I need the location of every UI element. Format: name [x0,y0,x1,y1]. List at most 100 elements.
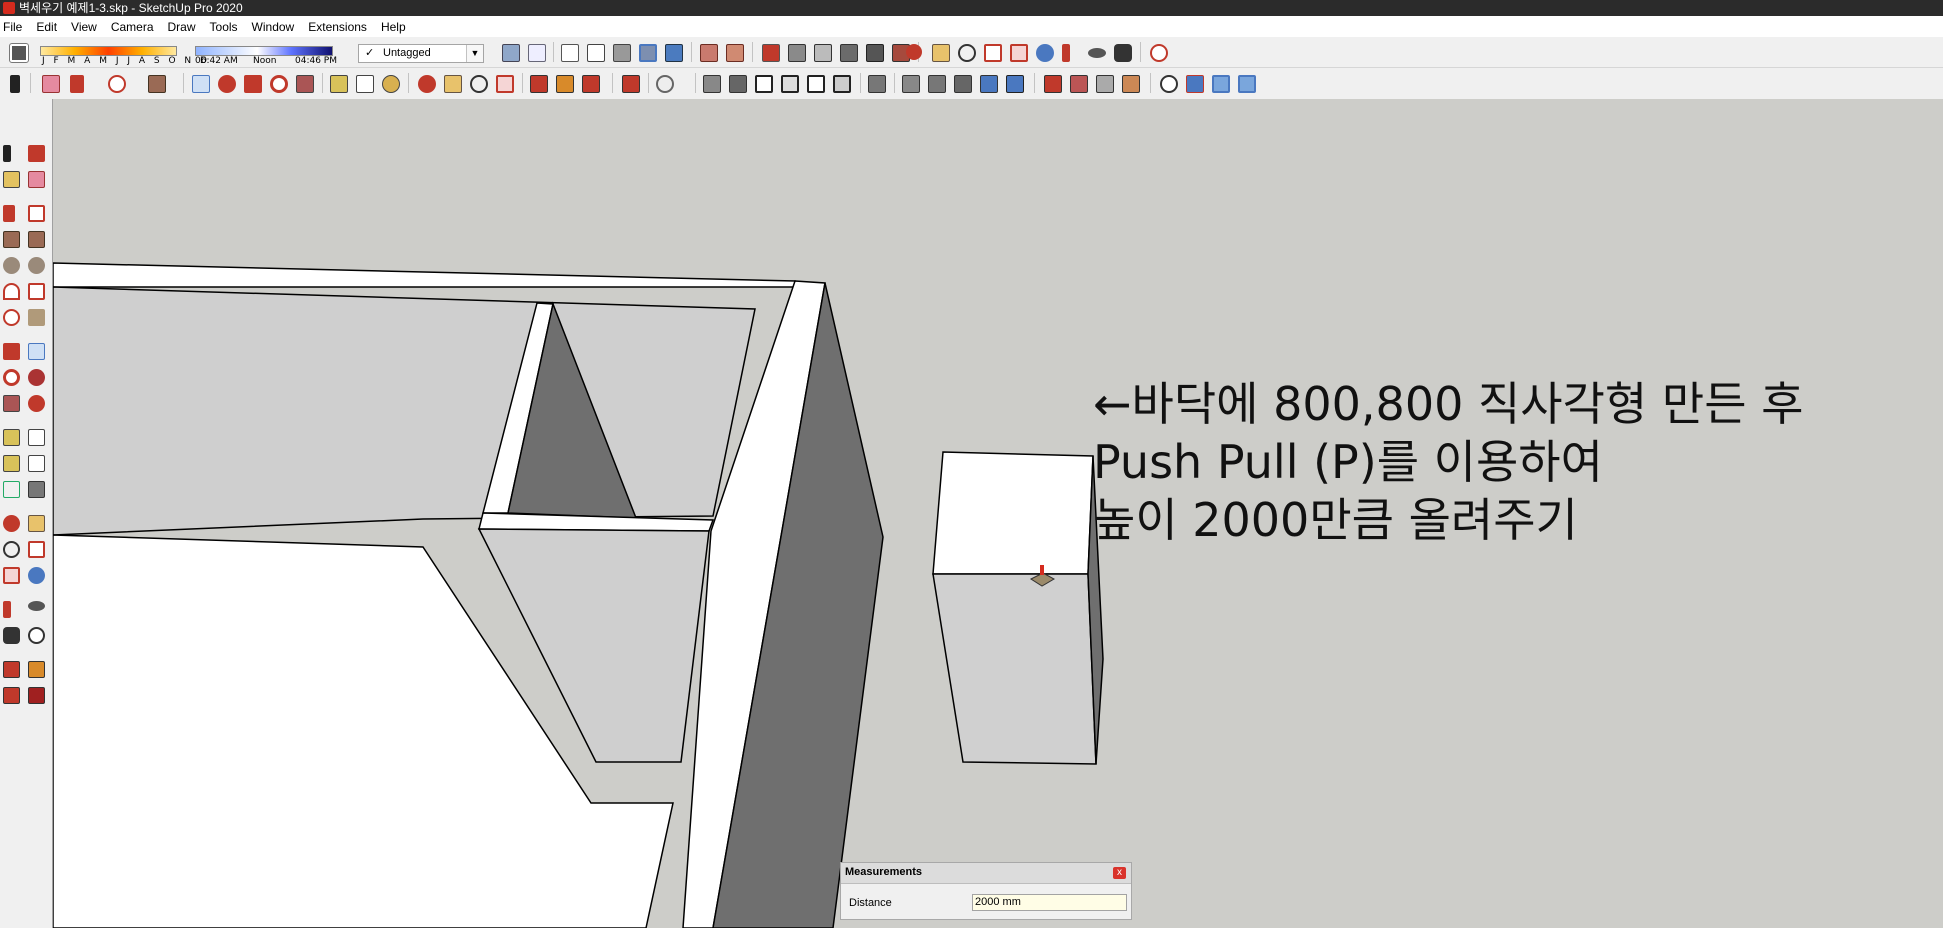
sandbox-from-scratch-icon[interactable] [1070,75,1088,93]
push-pull-icon[interactable] [192,75,210,93]
measurements-value-field[interactable]: 2000 mm [972,894,1127,911]
geo-location-icon[interactable] [1150,44,1168,62]
shaded-with-textures-icon[interactable] [639,44,657,62]
pan-icon[interactable] [932,44,950,62]
paint-bucket-icon[interactable] [382,75,400,93]
zoom-extents-icon[interactable] [496,75,514,93]
dimension-icon[interactable] [28,429,45,446]
display-section-cuts-icon[interactable] [1238,75,1256,93]
scale-icon[interactable] [3,395,20,412]
drape-icon[interactable] [840,44,858,62]
close-icon[interactable]: x [1113,867,1126,879]
warehouse-icon[interactable] [530,75,548,93]
menu-edit[interactable]: Edit [29,20,64,34]
section-cut-icon[interactable] [726,44,744,62]
three-point-arc-icon[interactable] [3,309,20,326]
stamp-tool-icon[interactable] [1122,75,1140,93]
text-icon[interactable] [356,75,374,93]
menu-extensions[interactable]: Extensions [301,20,374,34]
section-plane-tool-icon[interactable] [1186,75,1204,93]
section-plane-icon[interactable] [700,44,718,62]
axes-icon[interactable] [3,481,20,498]
arc-icon[interactable] [3,283,20,300]
tag-dropdown[interactable]: ✓ Untagged ▼ [358,44,484,63]
follow-me-icon[interactable] [218,75,236,93]
orbit-icon[interactable] [906,44,922,60]
arc-icon[interactable] [108,75,126,93]
menu-draw[interactable]: Draw [161,20,203,34]
pencil-line-icon[interactable] [70,75,84,93]
shadow-time-slider[interactable] [195,46,333,56]
position-camera-icon[interactable] [3,601,11,618]
rotate-icon[interactable] [270,75,288,93]
terrain-icon[interactable] [788,44,806,62]
freehand-icon[interactable] [28,205,45,222]
account-icon[interactable] [656,75,674,93]
front-view-icon[interactable] [755,75,773,93]
union-icon[interactable] [928,75,946,93]
move-icon[interactable] [244,75,262,93]
flip-edge-icon[interactable] [866,44,884,62]
split-icon[interactable] [1006,75,1024,93]
right-view-icon[interactable] [781,75,799,93]
rotate-icon[interactable] [3,369,20,386]
rectangle-icon[interactable] [3,231,20,248]
menu-file[interactable]: File [0,20,29,34]
zoom-icon[interactable] [470,75,488,93]
orbit-icon[interactable] [418,75,436,93]
look-around-icon[interactable] [28,601,45,611]
top-view-icon[interactable] [729,75,747,93]
warehouse-icon[interactable] [3,661,20,678]
sandbox-icon[interactable] [762,44,780,62]
zoom-extents-icon[interactable] [3,567,20,584]
intersect-icon[interactable] [902,75,920,93]
follow-me-icon[interactable] [28,369,45,386]
share-component-icon[interactable] [556,75,574,93]
walk-icon[interactable] [1114,44,1132,62]
extension-warehouse-icon[interactable] [3,687,20,704]
previous-view-icon[interactable] [1036,44,1054,62]
zoom-window-icon[interactable] [28,541,45,558]
pie-icon[interactable] [28,309,45,326]
walk-icon[interactable] [3,627,20,644]
section-plane-icon[interactable] [28,627,45,644]
orbit-icon[interactable] [3,515,20,532]
line-icon[interactable] [3,205,15,222]
rotated-rectangle-icon[interactable] [28,231,45,248]
subtract-icon[interactable] [954,75,972,93]
monochrome-icon[interactable] [665,44,683,62]
back-edges-icon[interactable] [528,44,546,62]
share-model-icon[interactable] [28,661,45,678]
shadow-date-slider[interactable] [40,46,177,56]
make-component-icon[interactable] [28,145,45,162]
previous-view-icon[interactable] [28,567,45,584]
iso-view-icon[interactable] [703,75,721,93]
zoom-window-icon[interactable] [984,44,1002,62]
left-view-icon[interactable] [833,75,851,93]
eraser-icon[interactable] [42,75,60,93]
extension-manager-icon[interactable] [28,687,45,704]
tape-measure-icon[interactable] [3,429,20,446]
pan-icon[interactable] [28,515,45,532]
text-icon[interactable] [28,455,45,472]
push-pull-active-icon[interactable] [28,343,45,360]
paint-bucket-icon[interactable] [3,171,20,188]
outer-shell-icon[interactable] [868,75,886,93]
eraser-icon[interactable] [28,171,45,188]
scale-icon[interactable] [296,75,314,93]
trim-icon[interactable] [980,75,998,93]
protractor-icon[interactable] [3,455,20,472]
back-view-icon[interactable] [807,75,825,93]
3d-text-icon[interactable] [28,481,45,498]
hidden-line-icon[interactable] [587,44,605,62]
xray-icon[interactable] [502,44,520,62]
select-icon[interactable] [3,145,11,162]
wireframe-icon[interactable] [561,44,579,62]
eraser-style-icon[interactable] [9,43,29,63]
menu-window[interactable]: Window [245,20,302,34]
zoom-icon[interactable] [958,44,976,62]
menu-view[interactable]: View [64,20,104,34]
chevron-down-icon[interactable]: ▼ [466,45,483,62]
menu-tools[interactable]: Tools [203,20,245,34]
pan-icon[interactable] [444,75,462,93]
